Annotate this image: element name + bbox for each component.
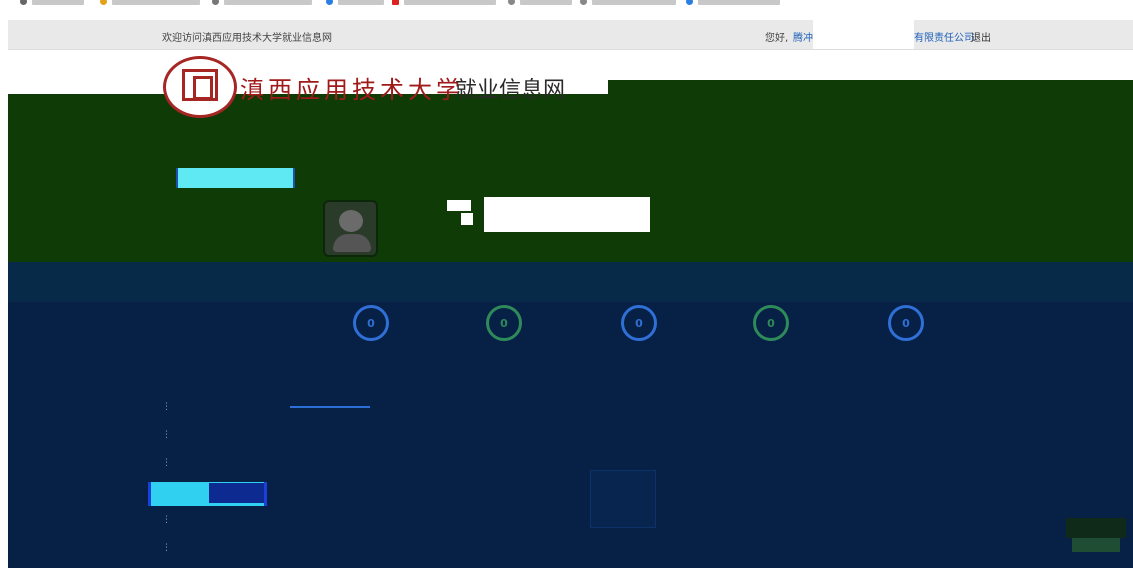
floating-button-bottom [1072,538,1120,552]
tab-active[interactable] [290,392,370,408]
stat-card[interactable]: 0 [474,305,534,349]
stat-value: 0 [888,305,924,341]
site-name: 就业信息网 [455,78,566,103]
tab-underline [290,406,370,408]
stat-value: 0 [353,305,389,341]
redaction-chip [447,200,471,211]
floating-service-button[interactable] [1066,518,1126,554]
stat-card[interactable]: 0 [876,305,936,349]
bookmark-icon[interactable] [326,0,333,5]
drag-handle-icon: ⋮ [162,543,171,553]
bookmark-item[interactable] [520,0,572,5]
empty-state-icon [590,470,656,528]
welcome-text: 欢迎访问滇西应用技术大学就业信息网 [162,33,332,44]
drag-handle-icon: ⋮ [162,430,171,440]
menu-item[interactable]: ⋮ [162,430,176,440]
content-band-top [8,262,1133,302]
menu-item[interactable]: ⋮ [162,543,176,553]
stat-value: 0 [621,305,657,341]
bookmarks-bar [0,0,1133,10]
redaction-panel [484,197,650,232]
stat-card[interactable]: 0 [741,305,801,349]
bookmark-item[interactable] [112,0,200,5]
drag-handle-icon: ⋮ [162,402,171,412]
company-link-suffix[interactable]: 有限责任公司 [914,29,974,44]
drag-handle-icon: ⋮ [162,458,171,468]
bookmark-icon[interactable] [212,0,219,5]
stat-card[interactable]: 0 [609,305,669,349]
greeting-text: 您好, [765,33,789,44]
sidebar-item-active[interactable] [176,168,295,188]
page-root: 欢迎访问滇西应用技术大学就业信息网 您好, 腾冲 有限责任公司 退出 滇西应用技… [0,0,1133,568]
stat-card[interactable]: 0 [341,305,401,349]
bookmark-item[interactable] [404,0,496,5]
menu-item[interactable]: ⋮ [162,402,176,412]
stat-value: 0 [753,305,789,341]
bookmark-icon[interactable] [392,0,399,5]
drag-handle-icon: ⋮ [162,515,171,525]
bookmark-icon[interactable] [20,0,27,5]
university-seal-logo[interactable] [163,56,237,118]
menu-active-highlight [209,483,264,503]
bookmark-item[interactable] [592,0,676,5]
menu-item-active[interactable] [148,482,267,506]
bookmark-item[interactable] [32,0,84,5]
university-name: 滇西应用技术大学 [240,76,464,104]
welcome-bar: 欢迎访问滇西应用技术大学就业信息网 您好, 腾冲 有限责任公司 退出 [8,20,1133,50]
user-avatar[interactable] [323,200,378,257]
bookmark-item[interactable] [224,0,312,5]
menu-item[interactable]: ⋮ [162,515,176,525]
bookmark-item[interactable] [338,0,384,5]
logout-link[interactable]: 退出 [971,29,991,44]
stat-value: 0 [486,305,522,341]
bookmark-item[interactable] [698,0,780,5]
redaction-box [813,20,914,49]
menu-item[interactable]: ⋮ [162,458,176,468]
redaction-chip [461,213,473,225]
bookmark-icon[interactable] [508,0,515,5]
floating-button-top [1066,518,1126,538]
bookmark-icon[interactable] [100,0,107,5]
bookmark-icon[interactable] [686,0,693,5]
bookmark-icon[interactable] [580,0,587,5]
company-link-prefix[interactable]: 腾冲 [793,29,813,44]
content-band [8,262,1133,568]
